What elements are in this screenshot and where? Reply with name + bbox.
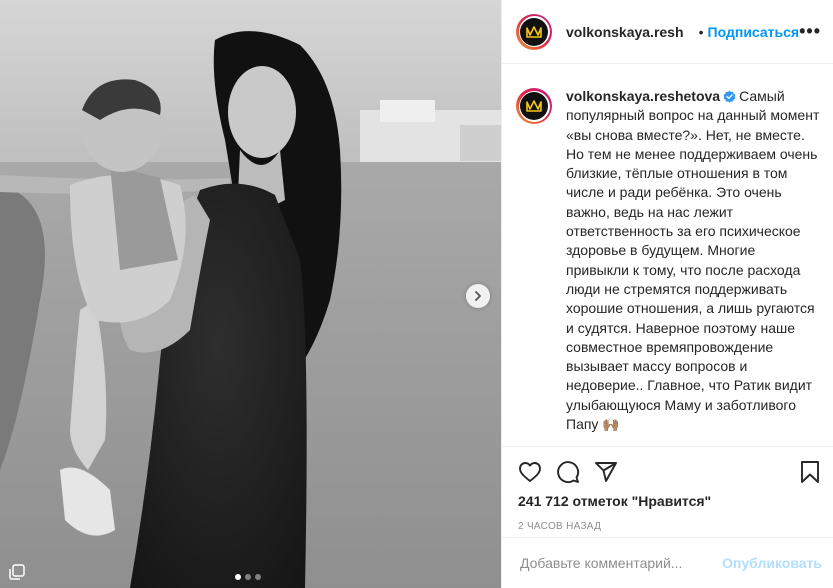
like-button[interactable] (518, 460, 542, 484)
likes-count[interactable]: 241 712 отметок "Нравится" (502, 493, 833, 509)
photo-image (0, 0, 501, 588)
share-icon (595, 462, 617, 482)
avatar[interactable] (516, 13, 552, 50)
carousel-dot (245, 574, 251, 580)
caption-username[interactable]: volkonskaya.reshetova (566, 88, 720, 104)
crown-logo-icon (526, 25, 542, 38)
post-comment-button[interactable]: Опубликовать (722, 555, 822, 571)
post-side-panel: volkonskaya.resh • Подписаться ••• volko… (501, 0, 833, 588)
caption-avatar[interactable] (516, 88, 552, 124)
verified-badge-icon (723, 90, 736, 103)
follow-button[interactable]: Подписаться (708, 24, 800, 40)
heart-icon (519, 462, 541, 482)
carousel-dots (235, 574, 261, 580)
carousel-dot-active (235, 574, 241, 580)
post-actions-section: 241 712 отметок "Нравится" 2 часов назад (502, 446, 833, 532)
multiple-photos-icon (9, 564, 25, 580)
bookmark-icon (801, 461, 819, 483)
more-options-button[interactable]: ••• (799, 21, 821, 42)
post-header: volkonskaya.resh • Подписаться ••• (502, 0, 833, 64)
comment-input[interactable] (518, 554, 723, 572)
share-button[interactable] (594, 460, 618, 484)
save-button[interactable] (798, 460, 822, 484)
separator-dot: • (698, 23, 704, 40)
post-photo[interactable] (0, 0, 501, 588)
caption-text: Самый популярный вопрос на данный момент… (566, 88, 820, 433)
post-timestamp[interactable]: 2 часов назад (502, 521, 833, 532)
carousel-dot (255, 574, 261, 580)
comment-icon (557, 461, 580, 484)
comment-box: Опубликовать (502, 537, 833, 588)
next-photo-button[interactable] (466, 284, 490, 308)
caption: volkonskaya.reshetova Самый популярный во… (516, 88, 820, 434)
caption-text-block: volkonskaya.reshetova Самый популярный во… (566, 87, 820, 434)
header-username[interactable]: volkonskaya.resh (566, 24, 695, 40)
crown-logo-icon (526, 100, 542, 112)
comment-button[interactable] (556, 460, 580, 484)
action-bar (502, 447, 833, 497)
chevron-right-icon (475, 291, 481, 301)
